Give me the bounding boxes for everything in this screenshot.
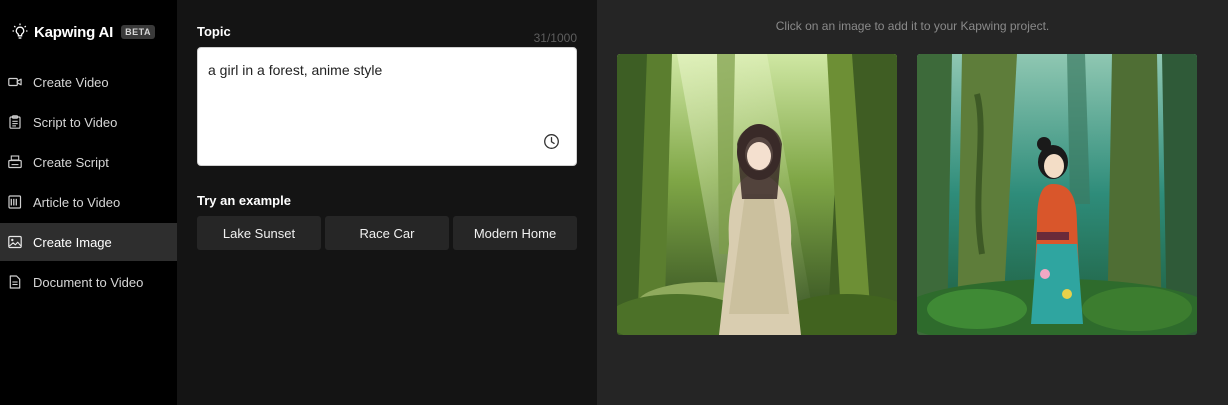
example-button-modern-home[interactable]: Modern Home [453, 216, 577, 250]
document-icon [8, 275, 22, 289]
generated-image-1[interactable] [617, 54, 897, 335]
brand[interactable]: Kapwing AI BETA [12, 21, 155, 43]
sidebar-nav: Create Video Script to Video Create Scri… [0, 63, 177, 303]
examples-label: Try an example [197, 193, 291, 208]
clipboard-icon [8, 115, 22, 129]
prompt-panel: Topic 31/1000 a girl in a forest, anime … [177, 0, 597, 405]
sidebar-item-label: Create Video [33, 74, 109, 90]
generated-image-2[interactable] [917, 54, 1197, 335]
app-name: Kapwing AI [34, 23, 114, 41]
sidebar-item-label: Script to Video [33, 114, 118, 130]
video-camera-icon [8, 75, 22, 89]
beta-badge: BETA [121, 25, 155, 39]
newspaper-icon [8, 195, 22, 209]
example-button-race-car[interactable]: Race Car [325, 216, 449, 250]
topic-input-value: a girl in a forest, anime style [208, 62, 383, 78]
sidebar-item-create-image[interactable]: Create Image [0, 223, 177, 261]
sidebar-item-create-script[interactable]: Create Script [0, 143, 177, 181]
topic-input[interactable]: a girl in a forest, anime style [197, 47, 577, 166]
typewriter-icon [8, 155, 22, 169]
kapwing-ai-app: Kapwing AI BETA Create Video Script to V… [0, 0, 1228, 405]
sidebar-item-label: Create Script [33, 154, 109, 170]
sidebar-item-script-to-video[interactable]: Script to Video [0, 103, 177, 141]
topic-label: Topic [197, 24, 231, 39]
character-count: 31/1000 [533, 31, 577, 45]
image-icon [8, 235, 22, 249]
results-hint: Click on an image to add it to your Kapw… [775, 19, 1050, 33]
sidebar-item-document-to-video[interactable]: Document to Video [0, 263, 177, 301]
example-buttons: Lake Sunset Race Car Modern Home [197, 216, 577, 250]
example-button-lake-sunset[interactable]: Lake Sunset [197, 216, 321, 250]
sidebar: Kapwing AI BETA Create Video Script to V… [0, 0, 177, 405]
sidebar-item-article-to-video[interactable]: Article to Video [0, 183, 177, 221]
results-panel: Click on an image to add it to your Kapw… [597, 0, 1228, 405]
history-clock-icon[interactable] [543, 133, 560, 150]
sidebar-item-label: Document to Video [33, 274, 144, 290]
sidebar-item-label: Article to Video [33, 194, 121, 210]
sidebar-item-label: Create Image [33, 234, 112, 250]
sidebar-item-create-video[interactable]: Create Video [0, 63, 177, 101]
lightbulb-icon [12, 23, 28, 41]
